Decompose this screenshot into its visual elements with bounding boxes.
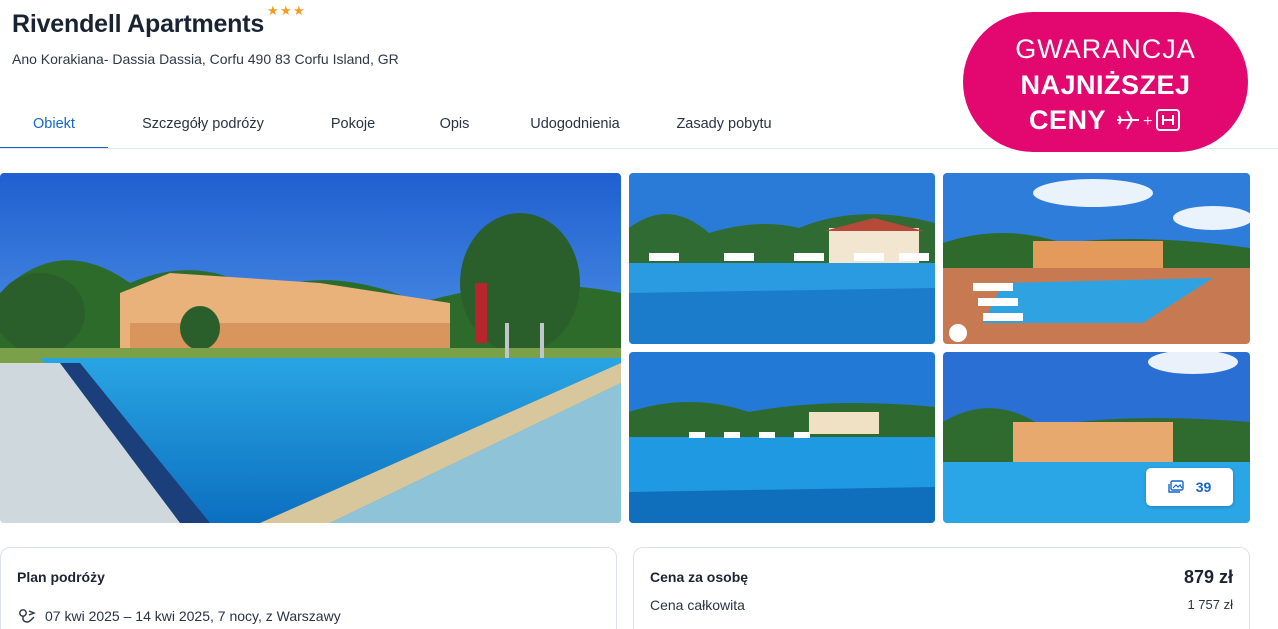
tab-udogodnienia[interactable]: Udogodnienia bbox=[501, 100, 649, 148]
travel-route-icon bbox=[19, 609, 36, 623]
travel-dates: 07 kwi 2025 – 14 kwi 2025, 7 nocy, z War… bbox=[45, 608, 341, 624]
total-price-label: Cena całkowita bbox=[650, 597, 745, 613]
section-tabs: Obiekt Szczegóły podróży Pokoje Opis Udo… bbox=[0, 100, 799, 150]
svg-text:+: + bbox=[1143, 113, 1152, 130]
tab-zasady-pobytu[interactable]: Zasady pobytu bbox=[649, 100, 799, 148]
hotel-address: Ano Korakiana- Dassia Dassia, Corfu 490 … bbox=[12, 51, 399, 67]
price-per-person-label: Cena za osobę bbox=[650, 569, 749, 585]
travel-plan-card: Plan podróży 07 kwi 2025 – 14 kwi 2025, … bbox=[0, 547, 617, 629]
price-card: Cena za osobę 879 zł Cena całkowita 1 75… bbox=[633, 547, 1250, 629]
star-icon: ★ bbox=[293, 3, 305, 18]
tab-szczegoly-podrozy[interactable]: Szczegóły podróży bbox=[108, 100, 298, 148]
main-photo[interactable] bbox=[0, 173, 621, 523]
travel-dates-row: 07 kwi 2025 – 14 kwi 2025, 7 nocy, z War… bbox=[17, 606, 341, 626]
price-per-person-value: 879 zł bbox=[1183, 567, 1233, 587]
pool-aerial-photo[interactable] bbox=[943, 173, 1250, 344]
travel-plan-title: Plan podróży bbox=[17, 569, 105, 585]
total-price-value: 1 757 zł bbox=[1187, 597, 1233, 612]
badge-line-2: NAJNIŻSZEJ bbox=[1020, 70, 1191, 100]
star-icon: ★ bbox=[267, 3, 279, 18]
photo-count: 39 bbox=[1195, 479, 1212, 495]
photo-count-button[interactable]: 39 bbox=[1146, 468, 1233, 506]
badge-line-3: CENY bbox=[1029, 105, 1107, 135]
hotel-name: Rivendell Apartments bbox=[12, 10, 265, 38]
tab-obiekt[interactable]: Obiekt bbox=[0, 100, 108, 149]
tab-opis[interactable]: Opis bbox=[408, 100, 501, 148]
gallery-icon bbox=[1168, 480, 1184, 493]
star-rating: ★ ★ ★ bbox=[267, 3, 305, 18]
pool-reflection-photo[interactable] bbox=[629, 352, 935, 523]
badge-line-1: GWARANCJA bbox=[1015, 34, 1196, 64]
plane-plus-hotel-icon: + bbox=[1117, 109, 1180, 131]
lowest-price-guarantee-badge: GWARANCJA NAJNIŻSZEJ CENY + bbox=[963, 12, 1248, 152]
pool-sunbeds-photo[interactable] bbox=[629, 173, 935, 344]
tab-pokoje[interactable]: Pokoje bbox=[298, 100, 408, 148]
star-icon: ★ bbox=[280, 3, 292, 18]
